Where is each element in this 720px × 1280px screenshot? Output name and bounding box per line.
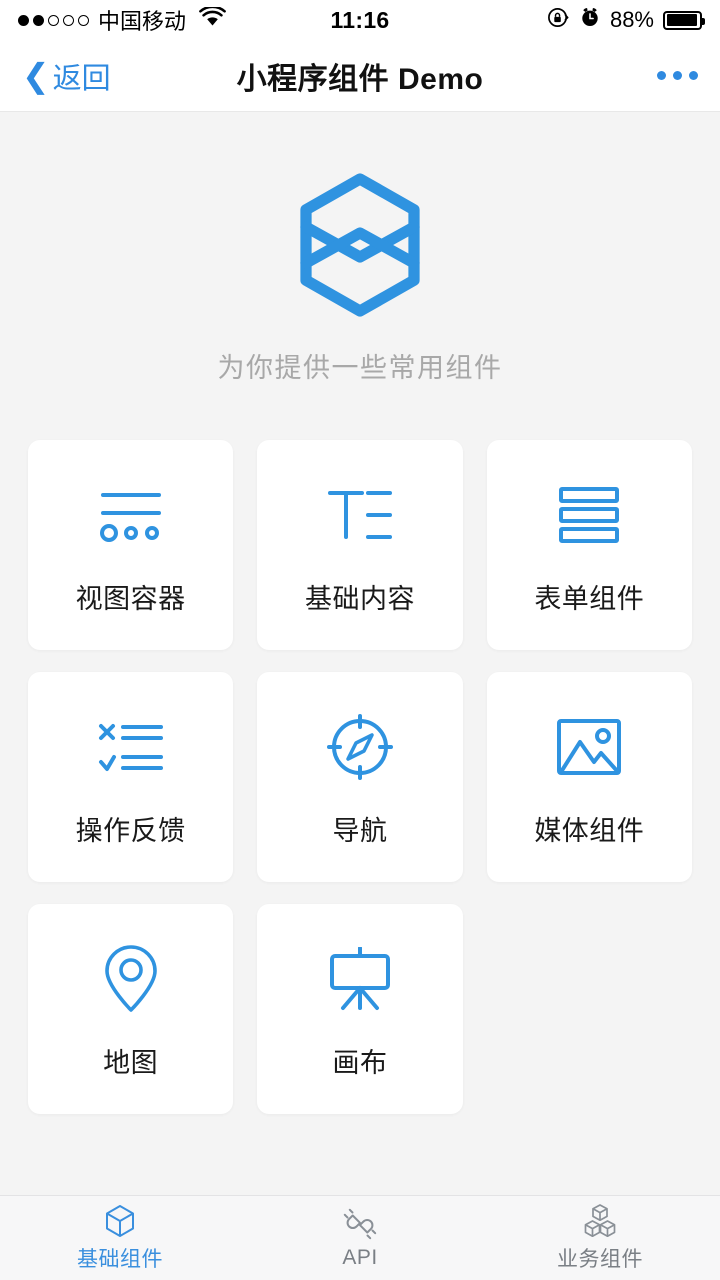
alarm-clock-icon (579, 6, 601, 34)
basic-content-icon (324, 475, 396, 555)
back-button-label: 返回 (52, 62, 111, 95)
plug-connector-icon (343, 1207, 377, 1241)
hexagon-logo-icon (285, 170, 435, 320)
more-dots-icon[interactable] (657, 71, 698, 80)
grid-card-label: 基础内容 (304, 583, 415, 614)
bottom-tab-bar: 基础组件 API 业务组件 (0, 1195, 720, 1280)
grid-card-media-component[interactable]: 媒体组件 (486, 672, 692, 882)
tab-label: API (342, 1245, 378, 1269)
compass-navigation-icon (326, 707, 393, 787)
component-grid: 视图容器 基础内容 表单组件 操作反馈 导航 媒体组件 地图 画布 (0, 440, 720, 1114)
phone-screen: 中国移动 11:16 88% ❮ 返回 小程序组件 Demo 为你提供一些常用组… (0, 0, 720, 1280)
grid-card-view-container[interactable]: 视图容器 (28, 440, 234, 650)
tab-basic-components[interactable]: 基础组件 (0, 1204, 240, 1273)
battery-percent-label: 88% (609, 7, 654, 32)
tab-business-components[interactable]: 业务组件 (480, 1203, 720, 1273)
battery-icon (663, 10, 705, 30)
grid-card-label: 画布 (332, 1047, 388, 1078)
status-bar-right: 88% (547, 6, 705, 35)
main-content: 为你提供一些常用组件 视图容器 基础内容 表单组件 操作反馈 导航 媒体组件 地… (0, 112, 720, 1195)
action-feedback-icon (95, 707, 167, 787)
grid-card-label: 地图 (103, 1047, 159, 1078)
grid-card-label: 操作反馈 (75, 815, 186, 846)
grid-card-label: 视图容器 (75, 583, 186, 614)
grid-card-action-feedback[interactable]: 操作反馈 (28, 672, 234, 882)
grid-card-label: 表单组件 (534, 583, 645, 614)
back-button[interactable]: ❮ 返回 (22, 55, 111, 97)
form-component-icon (553, 475, 625, 555)
grid-card-label: 媒体组件 (534, 815, 645, 846)
grid-card-basic-content[interactable]: 基础内容 (257, 440, 463, 650)
grid-card-label: 导航 (332, 815, 388, 846)
hero-section: 为你提供一些常用组件 (0, 112, 720, 385)
map-pin-icon (103, 939, 159, 1019)
media-image-icon (556, 707, 622, 787)
rotation-lock-icon (547, 6, 570, 35)
tab-api[interactable]: API (240, 1207, 480, 1270)
grid-card-canvas[interactable]: 画布 (257, 904, 463, 1114)
canvas-easel-icon (327, 939, 393, 1019)
chevron-left-icon: ❮ (22, 57, 50, 94)
cubes-stack-icon (583, 1203, 617, 1238)
cube-icon (104, 1204, 136, 1238)
hero-subtitle: 为你提供一些常用组件 (217, 353, 503, 383)
tab-label: 业务组件 (557, 1247, 643, 1271)
view-container-icon (95, 475, 167, 555)
grid-card-form-component[interactable]: 表单组件 (486, 440, 692, 650)
navigation-bar: ❮ 返回 小程序组件 Demo (0, 40, 720, 112)
tab-label: 基础组件 (77, 1247, 163, 1271)
grid-card-map[interactable]: 地图 (28, 904, 234, 1114)
grid-card-navigation[interactable]: 导航 (257, 672, 463, 882)
status-bar: 中国移动 11:16 88% (0, 0, 720, 40)
